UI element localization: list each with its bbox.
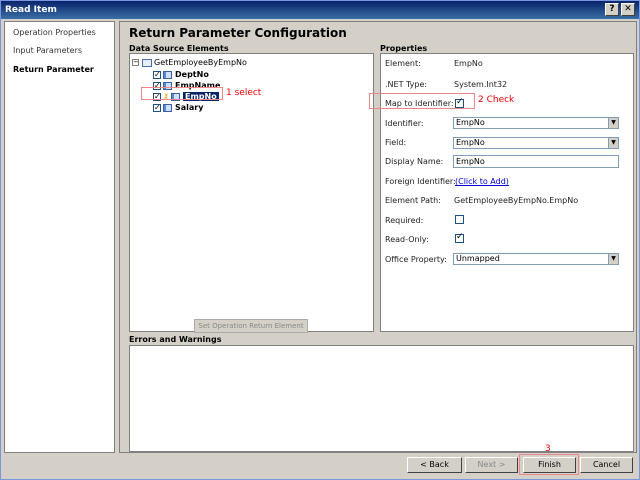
annotation-select: 1 select	[226, 88, 262, 98]
content-area: Return Parameter Configuration Data Sour…	[119, 21, 637, 453]
field-label: Field:	[385, 138, 407, 147]
identifier-label: Identifier:	[385, 119, 424, 128]
tree-item-label: DeptNo	[175, 70, 209, 79]
close-button[interactable]: ✕	[621, 3, 635, 16]
page-title: Return Parameter Configuration	[129, 26, 347, 40]
tree-item-salary[interactable]: Salary	[153, 102, 203, 113]
annotation-box-select	[141, 87, 223, 100]
display-name-input[interactable]: EmpNo	[453, 155, 619, 168]
office-property-value: Unmapped	[456, 254, 500, 263]
element-label: Element:	[385, 59, 421, 68]
errors-label: Errors and Warnings	[129, 335, 222, 344]
required-checkbox[interactable]	[455, 215, 464, 224]
next-button[interactable]: Next >	[465, 457, 518, 473]
identifier-dropdown[interactable]: EmpNo ▼	[453, 117, 619, 129]
dropdown-arrow-icon[interactable]: ▼	[608, 118, 618, 128]
office-property-label: Office Property:	[385, 255, 447, 264]
errors-panel	[129, 345, 634, 452]
tree-root[interactable]: − GetEmployeeByEmpNo	[132, 57, 247, 68]
set-return-element-button[interactable]: Set Operation Return Element	[194, 319, 308, 333]
read-item-dialog: Read Item ? ✕ Operation Properties Input…	[0, 0, 640, 480]
annotation-check: 2 Check	[478, 95, 515, 105]
finish-button[interactable]: Finish	[523, 457, 576, 473]
cancel-button[interactable]: Cancel	[580, 457, 633, 473]
identifier-value: EmpNo	[456, 118, 485, 127]
dropdown-arrow-icon[interactable]: ▼	[608, 254, 618, 264]
tree-item-deptno[interactable]: DeptNo	[153, 69, 209, 80]
foreign-identifier-label: Foreign Identifier:	[385, 177, 456, 186]
read-only-checkbox[interactable]	[455, 232, 464, 243]
field-dropdown[interactable]: EmpNo ▼	[453, 137, 619, 149]
element-value: EmpNo	[454, 59, 483, 68]
help-button[interactable]: ?	[605, 3, 619, 16]
wizard-nav: Operation Properties Input Parameters Re…	[4, 21, 115, 453]
field-value: EmpNo	[456, 138, 485, 147]
method-icon	[142, 58, 152, 67]
collapse-icon[interactable]: −	[132, 59, 139, 66]
window-title: Read Item	[5, 5, 57, 15]
nav-item-input-parameters[interactable]: Input Parameters	[13, 46, 82, 55]
deptno-checkbox[interactable]	[153, 69, 161, 80]
nettype-value: System.Int32	[454, 80, 508, 89]
dropdown-arrow-icon[interactable]: ▼	[608, 138, 618, 148]
annotation-box-check	[369, 93, 475, 109]
required-label: Required:	[385, 216, 424, 225]
element-path-value: GetEmployeeByEmpNo.EmpNo	[454, 196, 579, 205]
nav-item-operation-properties[interactable]: Operation Properties	[13, 28, 96, 37]
tree-root-label: GetEmployeeByEmpNo	[154, 58, 247, 67]
office-property-dropdown[interactable]: Unmapped ▼	[453, 253, 619, 265]
tree-item-label: Salary	[175, 103, 204, 112]
salary-checkbox[interactable]	[153, 102, 161, 113]
element-path-label: Element Path:	[385, 196, 441, 205]
foreign-identifier-link[interactable]: (Click to Add)	[455, 177, 509, 186]
data-source-label: Data Source Elements	[129, 44, 229, 53]
nettype-label: .NET Type:	[385, 80, 428, 89]
properties-label: Properties	[380, 44, 428, 53]
back-button[interactable]: < Back	[407, 457, 462, 473]
nav-item-return-parameter[interactable]: Return Parameter	[13, 65, 94, 74]
display-name-label: Display Name:	[385, 157, 444, 166]
field-icon	[163, 70, 172, 79]
field-icon	[163, 103, 172, 112]
read-only-label: Read-Only:	[385, 235, 429, 244]
title-bar: Read Item ? ✕	[1, 1, 639, 19]
annotation-finish: 3	[545, 444, 551, 454]
